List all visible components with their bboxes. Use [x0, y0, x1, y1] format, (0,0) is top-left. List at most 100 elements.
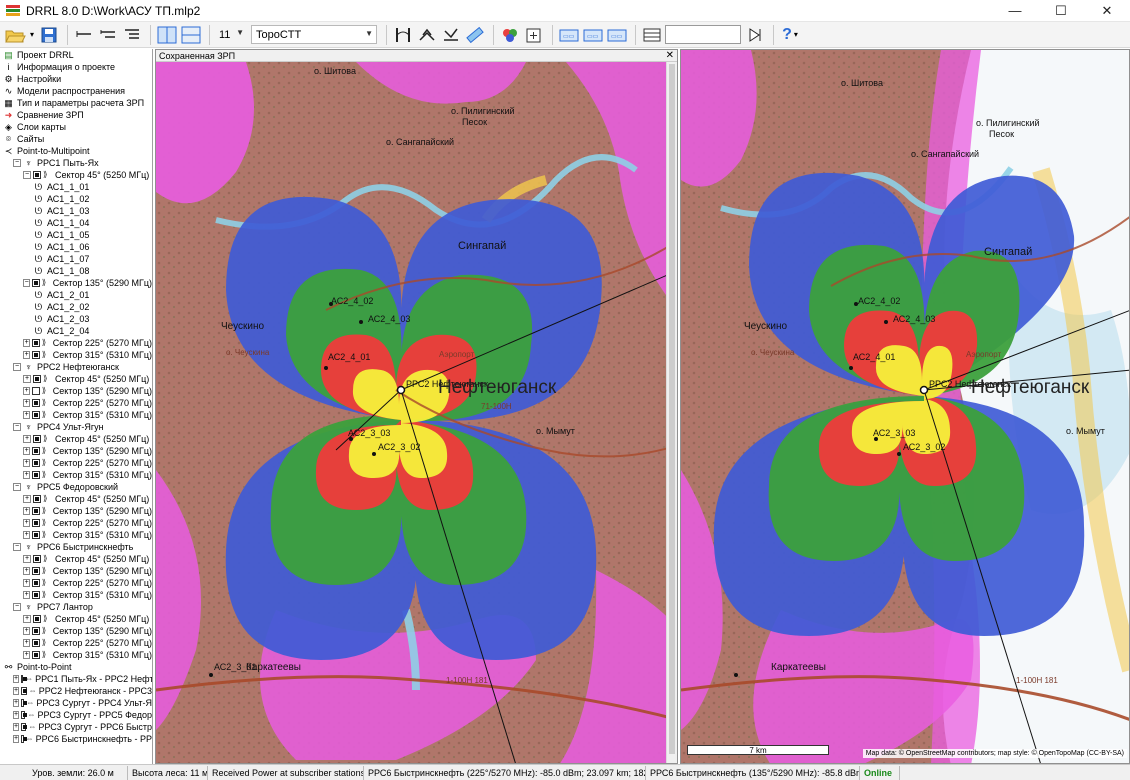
expand-icon[interactable]: + — [23, 447, 31, 455]
split-horizontal-button[interactable] — [180, 24, 202, 46]
expand-icon[interactable]: + — [23, 399, 31, 407]
tree-item[interactable]: + ⇔ РРС3 Сургут - РРС6 Быстр — [0, 721, 152, 733]
saved-coverage-map[interactable]: Сохраненная ЗРП ✕ о. Шитова о. Пилигинск… — [155, 49, 678, 764]
visibility-checkbox[interactable] — [32, 639, 40, 647]
tree-item[interactable]: − ⟫ Сектор 45° (5250 МГц) — [0, 169, 152, 181]
tree-item[interactable]: + ⟫ Сектор 225° (5270 МГц) — [0, 577, 152, 589]
tree-item[interactable]: + ⟫ Сектор 315° (5310 МГц) — [0, 649, 152, 661]
tree-item[interactable]: ⌾ Сайты — [0, 133, 152, 145]
visibility-checkbox[interactable] — [33, 435, 41, 443]
export-button-3[interactable]: ▭▭ — [606, 24, 628, 46]
tree-item[interactable]: ▤ Проект DRRL — [0, 49, 152, 61]
visibility-checkbox[interactable] — [32, 531, 40, 539]
split-vertical-button[interactable] — [156, 24, 178, 46]
expand-icon[interactable]: + — [13, 675, 20, 683]
tree-item[interactable]: + ⟫ Сектор 225° (5270 МГц) — [0, 337, 152, 349]
visibility-checkbox[interactable] — [21, 735, 27, 743]
tree-item[interactable]: + ⟫ Сектор 135° (5290 МГц) — [0, 445, 152, 457]
current-coverage-map[interactable]: о. Шитова о. Пилигинский Песок о. Сангап… — [680, 49, 1130, 764]
tree-item[interactable]: ᘎ АС1_2_04 — [0, 325, 152, 337]
search-input[interactable] — [665, 25, 741, 44]
layout-tree-button[interactable] — [121, 24, 143, 46]
tree-item[interactable]: + ⇔ РРС2 Нефтеюганск - РРС3 — [0, 685, 152, 697]
visibility-checkbox[interactable] — [32, 567, 40, 575]
subscriber-marker[interactable] — [324, 366, 328, 370]
expand-icon[interactable]: + — [23, 507, 31, 515]
visibility-checkbox[interactable] — [21, 723, 28, 731]
expand-icon[interactable]: + — [23, 531, 31, 539]
color-palette-button[interactable] — [499, 24, 521, 46]
visibility-checkbox[interactable] — [32, 411, 40, 419]
visibility-checkbox[interactable] — [32, 651, 40, 659]
visibility-checkbox[interactable] — [33, 171, 41, 179]
tree-item[interactable]: + ⟫ Сектор 45° (5250 МГц) — [0, 433, 152, 445]
tree-item[interactable]: ∿ Модели распространения — [0, 85, 152, 97]
expand-icon[interactable]: + — [23, 591, 31, 599]
expand-icon[interactable]: + — [23, 459, 31, 467]
tree-item[interactable]: − ♆ РРС1 Пыть-Ях — [0, 157, 152, 169]
subscriber-marker[interactable] — [897, 452, 901, 456]
visibility-checkbox[interactable] — [21, 687, 27, 695]
visibility-checkbox[interactable] — [21, 675, 28, 683]
tree-item[interactable]: + ⟫ Сектор 45° (5250 МГц) — [0, 613, 152, 625]
tree-item[interactable]: ◈ Слои карты — [0, 121, 152, 133]
expand-icon[interactable]: + — [23, 651, 31, 659]
subscriber-marker[interactable] — [884, 320, 888, 324]
collapse-icon[interactable]: − — [13, 363, 21, 371]
vertical-scrollbar[interactable] — [666, 62, 677, 763]
help-button[interactable]: ? ▾ — [779, 24, 801, 46]
go-button[interactable] — [744, 24, 766, 46]
collapse-icon[interactable]: − — [13, 423, 21, 431]
visibility-checkbox[interactable] — [21, 711, 28, 719]
ruler-button[interactable] — [464, 24, 486, 46]
tree-item[interactable]: ➜ Сравнение ЗРП — [0, 109, 152, 121]
visibility-checkbox[interactable] — [32, 351, 40, 359]
export-button-1[interactable]: ▭▭ — [558, 24, 580, 46]
subscriber-marker[interactable] — [849, 366, 853, 370]
visibility-checkbox[interactable] — [32, 579, 40, 587]
tree-item[interactable]: ᘎ АС1_2_02 — [0, 301, 152, 313]
tree-item[interactable]: − ♆ РРС5 Федоровский — [0, 481, 152, 493]
tree-item[interactable]: ⚙ Настройки — [0, 73, 152, 85]
tree-item[interactable]: + ⟫ Сектор 135° (5290 МГц) — [0, 565, 152, 577]
visibility-checkbox[interactable] — [21, 699, 28, 707]
map-canvas[interactable] — [156, 50, 678, 764]
tree-item[interactable]: + ⟫ Сектор 315° (5310 МГц) — [0, 469, 152, 481]
expand-icon[interactable]: + — [23, 351, 31, 359]
tree-item[interactable]: + ⇔ РРС6 Быстринскнефть - РР — [0, 733, 152, 745]
subscriber-marker[interactable] — [209, 673, 213, 677]
tree-item[interactable]: ▦ Тип и параметры расчета ЗРП — [0, 97, 152, 109]
tree-item[interactable]: ⚯ Point-to-Point — [0, 661, 152, 673]
tree-item[interactable]: + ⟫ Сектор 225° (5270 МГц) — [0, 517, 152, 529]
visibility-checkbox[interactable] — [33, 615, 41, 623]
tree-item[interactable]: + ⟫ Сектор 45° (5250 МГц) — [0, 373, 152, 385]
tree-item[interactable]: ᘎ АС1_2_01 — [0, 289, 152, 301]
tree-item[interactable]: ᘎ АС1_1_06 — [0, 241, 152, 253]
collapse-icon[interactable]: − — [13, 159, 21, 167]
expand-icon[interactable]: + — [23, 615, 31, 623]
open-folder-button[interactable] — [4, 24, 26, 46]
tree-item[interactable]: + ⟫ Сектор 225° (5270 МГц) — [0, 637, 152, 649]
collapse-icon[interactable]: − — [13, 543, 21, 551]
collapse-icon[interactable]: − — [13, 603, 21, 611]
visibility-checkbox[interactable] — [32, 507, 40, 515]
visibility-checkbox[interactable] — [32, 627, 40, 635]
expand-icon[interactable]: + — [23, 555, 31, 563]
visibility-checkbox[interactable] — [32, 339, 40, 347]
tree-item[interactable]: − ⟫ Сектор 135° (5290 МГц) — [0, 277, 152, 289]
visibility-checkbox[interactable] — [32, 387, 40, 395]
expand-icon[interactable]: + — [23, 627, 31, 635]
tree-item[interactable]: + ⟫ Сектор 45° (5250 МГц) — [0, 553, 152, 565]
visibility-checkbox[interactable] — [33, 555, 41, 563]
expand-icon[interactable]: + — [23, 339, 31, 347]
tree-item[interactable]: ᘎ АС1_1_02 — [0, 193, 152, 205]
expand-icon[interactable]: + — [23, 411, 31, 419]
tree-item[interactable]: + ⇔ РРС1 Пыть-Ях - РРС2 Нефт — [0, 673, 152, 685]
expand-icon[interactable]: + — [13, 735, 20, 743]
save-button[interactable] — [38, 24, 60, 46]
visibility-checkbox[interactable] — [32, 447, 40, 455]
tree-item[interactable]: + ⇔ РРС3 Сургут - РРС5 Федор — [0, 709, 152, 721]
visibility-checkbox[interactable] — [32, 519, 40, 527]
close-panel-icon[interactable]: ✕ — [666, 50, 674, 62]
open-dropdown-arrow[interactable]: ▾ — [28, 24, 36, 46]
